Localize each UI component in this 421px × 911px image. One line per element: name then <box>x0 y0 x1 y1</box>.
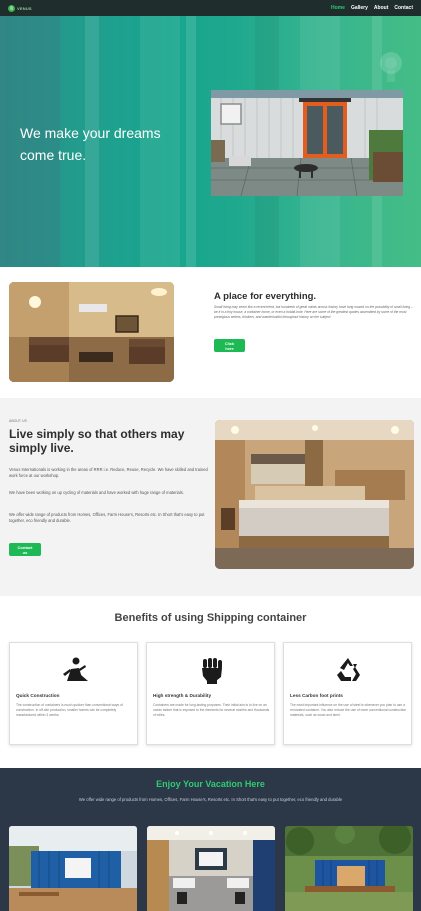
about-section: ABOUT US Live simply so that others may … <box>0 398 421 596</box>
worker-icon <box>62 657 88 681</box>
navbar: VENUS Home Gallery About Contact <box>0 0 421 16</box>
nav-link-about[interactable]: About <box>374 5 388 11</box>
hero-ornament-icon <box>380 52 402 82</box>
click-here-button[interactable]: Click here <box>214 339 245 352</box>
vacation-title: Enjoy Your Vacation Here <box>156 779 265 789</box>
hero-banner: We make your dreams come true. <box>0 16 421 267</box>
place-title: A place for everything. <box>214 291 317 302</box>
benefits-title: Benefits of using Shipping container <box>114 612 307 624</box>
fist-icon <box>201 658 222 684</box>
benefit-title: Less Carbon foot prints <box>290 693 343 698</box>
benefit-title: Quick Construction <box>16 693 60 698</box>
nav-link-home[interactable]: Home <box>331 5 345 11</box>
place-text: Small living may seem like a recent tren… <box>214 305 413 319</box>
nav-links: Home Gallery About Contact <box>331 5 413 11</box>
benefit-card-quick-construction: Quick Construction The construction of c… <box>9 642 138 745</box>
benefit-text: The construction of containers is much q… <box>16 703 123 717</box>
brand-logo-text: VENUS <box>17 5 32 11</box>
living-room-image <box>9 282 174 382</box>
vacation-section: Enjoy Your Vacation Here We offer wide r… <box>0 768 421 911</box>
about-paragraph-3: We offer wide range of products from Hom… <box>9 512 205 523</box>
vacation-subtitle: We offer wide range of products from Hom… <box>78 797 343 802</box>
about-kicker: ABOUT US <box>9 419 27 423</box>
vacation-image-2[interactable] <box>147 826 275 911</box>
nav-link-contact[interactable]: Contact <box>394 5 413 11</box>
nav-link-gallery[interactable]: Gallery <box>351 5 368 11</box>
recycle-icon <box>336 658 360 681</box>
benefit-text: The most important influence on the use … <box>290 703 407 717</box>
about-title: Live simply so that others may simply li… <box>9 427 185 455</box>
bedroom-image <box>215 420 414 569</box>
vacation-image-3[interactable] <box>285 826 413 911</box>
hero-headline: We make your dreams come true. <box>20 125 161 163</box>
contact-us-button[interactable]: Contact us <box>9 543 41 556</box>
benefit-card-strength: High strength & Durability Containers ar… <box>146 642 275 745</box>
benefit-title: High strength & Durability <box>153 693 212 698</box>
benefit-text: Containers are made for long-lasting pur… <box>153 703 270 717</box>
leaf-logo-icon <box>8 4 15 12</box>
about-paragraph-2: We have been working on up cycling of ma… <box>9 490 184 495</box>
benefit-card-carbon: Less Carbon foot prints The most importa… <box>283 642 412 745</box>
vacation-image-1[interactable] <box>9 826 137 911</box>
brand-logo[interactable]: VENUS <box>8 4 32 12</box>
hero-container-house-image <box>211 90 403 196</box>
about-paragraph-1: Venus Internationals is working in the a… <box>9 467 208 478</box>
